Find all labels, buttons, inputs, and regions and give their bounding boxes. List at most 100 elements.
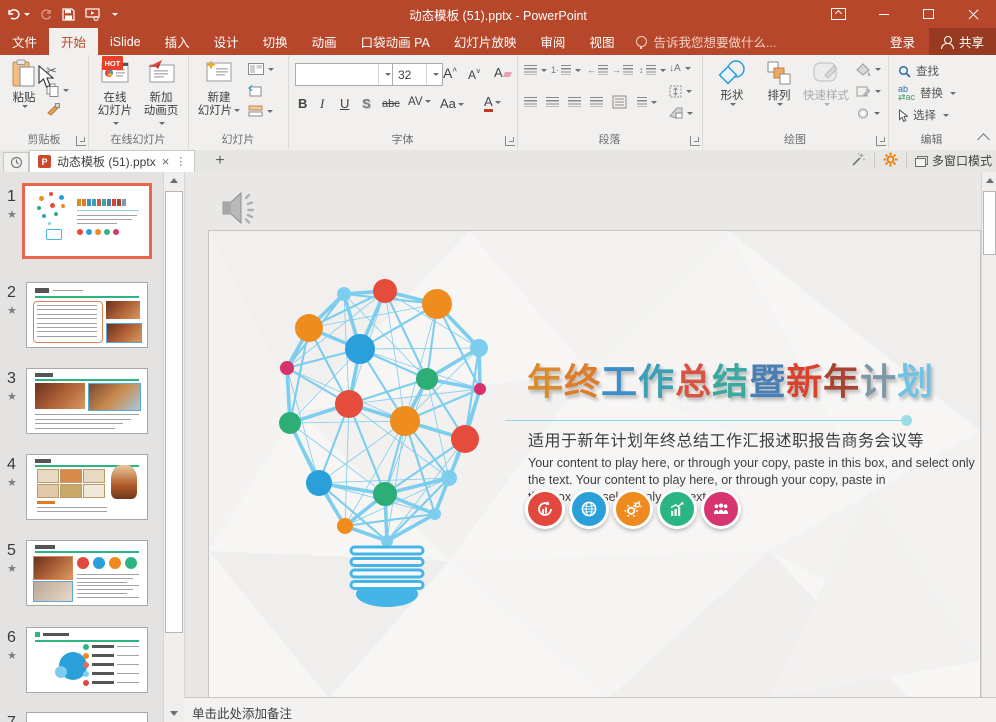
document-tab-close-icon[interactable]: × — [162, 155, 170, 168]
ribbon-tab-10[interactable]: 视图 — [577, 28, 626, 55]
copy-button[interactable] — [46, 83, 69, 97]
minimize-button[interactable] — [861, 0, 906, 28]
align-center-button[interactable] — [546, 97, 559, 107]
ribbon-tab-4[interactable]: 设计 — [202, 28, 251, 55]
numbering-button[interactable]: 1· — [551, 65, 581, 75]
paragraph-dialog-launcher[interactable] — [690, 136, 700, 146]
slide-thumbnail-3[interactable] — [26, 368, 148, 434]
align-right-button[interactable] — [568, 97, 581, 107]
increase-indent-button[interactable]: → — [612, 65, 633, 75]
scroll-up-button[interactable] — [983, 172, 996, 189]
slide-thumbnail-2[interactable] — [26, 282, 148, 348]
slide-icon-badges[interactable] — [525, 489, 741, 529]
scrollbar-thumb[interactable] — [165, 191, 183, 633]
customize-qat-button[interactable] — [110, 13, 118, 16]
settings-button[interactable] — [883, 152, 898, 170]
shape-effects-button[interactable] — [856, 107, 880, 120]
slide-thumbnail-6[interactable] — [26, 627, 148, 693]
shrink-font-button[interactable]: A˅ — [468, 67, 481, 82]
convert-smartart-button[interactable] — [669, 107, 693, 119]
growth-chart-badge[interactable] — [657, 489, 697, 529]
section-button[interactable] — [248, 105, 273, 117]
clear-formatting-button[interactable]: A — [494, 65, 511, 80]
new-animation-page-button[interactable]: 新加动画页 — [140, 59, 182, 131]
save-button[interactable] — [62, 8, 75, 21]
ribbon-tab-5[interactable]: 切换 — [251, 28, 300, 55]
thumbnail-panel-scrollbar[interactable] — [163, 172, 185, 722]
change-case-button[interactable]: Aa — [440, 96, 464, 111]
multi-window-mode-button[interactable]: 多窗口模式 — [915, 152, 992, 169]
replace-button[interactable]: ab⇄ac 替换 — [898, 85, 956, 101]
editor-scrollbar[interactable] — [981, 172, 996, 722]
select-button[interactable]: 选择 — [898, 107, 949, 123]
share-button[interactable]: 共享 — [929, 28, 996, 55]
ribbon-tab-9[interactable]: 审阅 — [528, 28, 577, 55]
quick-styles-button[interactable]: 快速样式 — [802, 59, 850, 106]
ribbon-tab-1[interactable]: 开始 — [49, 28, 98, 55]
align-left-button[interactable] — [524, 97, 537, 107]
globe-badge[interactable] — [569, 489, 609, 529]
notes-pane[interactable]: 单击此处添加备注 — [184, 697, 996, 722]
ribbon-tab-file[interactable]: 文件 — [0, 28, 49, 55]
slide-thumbnail-7[interactable] — [26, 712, 148, 722]
character-spacing-button[interactable]: AV — [408, 96, 431, 108]
reset-slide-button[interactable] — [248, 85, 263, 98]
distribute-button[interactable] — [612, 95, 627, 109]
ribbon-tab-7[interactable]: 口袋动画 PA — [349, 28, 442, 55]
close-button[interactable] — [951, 0, 996, 28]
document-tab-menu-icon[interactable]: ⋮ — [175, 155, 186, 168]
sign-in-button[interactable]: 登录 — [876, 28, 929, 55]
ribbon-tab-6[interactable]: 动画 — [300, 28, 349, 55]
paste-dropdown-caret[interactable] — [22, 105, 28, 108]
font-name-combo[interactable] — [295, 63, 395, 86]
drawing-dialog-launcher[interactable] — [876, 136, 886, 146]
slide-thumbnail-5[interactable] — [26, 540, 148, 606]
scroll-up-button[interactable] — [165, 172, 183, 189]
collapse-ribbon-chevron[interactable] — [977, 133, 990, 146]
document-tab-active[interactable]: P 动态模板 (51).pptx × ⋮ — [29, 150, 195, 172]
font-size-combo[interactable]: 32 — [392, 63, 443, 86]
gears-badge[interactable] — [613, 489, 653, 529]
shapes-button[interactable]: 形状 — [710, 59, 754, 106]
underline-button[interactable]: U — [340, 96, 349, 111]
tell-me-box[interactable]: 告诉我您想要做什么... — [626, 28, 786, 55]
ribbon-tab-3[interactable]: 插入 — [153, 28, 202, 55]
find-button[interactable]: 查找 — [898, 63, 939, 79]
decrease-indent-button[interactable]: ← — [587, 65, 608, 75]
ribbon-tab-2[interactable]: iSlide — [98, 28, 153, 55]
slide-title[interactable]: 年终工作总结暨新年计划 — [527, 353, 934, 405]
justify-button[interactable] — [590, 97, 603, 107]
slide-thumbnail-4[interactable] — [26, 454, 148, 520]
slide-canvas[interactable]: 年终工作总结暨新年计划 适用于新年计划年终总结工作汇报述职报告商务会议等 You… — [208, 230, 981, 699]
shape-outline-button[interactable] — [856, 85, 881, 98]
align-text-button[interactable] — [669, 85, 692, 98]
bullets-button[interactable] — [524, 65, 547, 75]
cycle-chart-badge[interactable] — [525, 489, 565, 529]
online-slides-button[interactable]: HOT 在线幻灯片 — [94, 59, 136, 131]
text-shadow-button[interactable]: S — [362, 96, 371, 111]
slide-subtitle[interactable]: 适用于新年计划年终总结工作汇报述职报告商务会议等 — [528, 427, 924, 451]
text-direction-button[interactable]: ↓A — [669, 63, 691, 74]
strikethrough-button[interactable]: abc — [382, 98, 400, 110]
scroll-down-button[interactable] — [165, 705, 183, 722]
start-slideshow-button[interactable] — [85, 8, 100, 21]
grow-font-button[interactable]: A˄ — [443, 65, 457, 81]
font-color-button[interactable]: A — [484, 94, 501, 109]
scrollbar-thumb[interactable] — [983, 191, 996, 255]
recent-documents-button[interactable] — [3, 152, 29, 173]
ribbon-display-options-button[interactable] — [816, 0, 861, 28]
ribbon-tab-8[interactable]: 幻灯片放映 — [442, 28, 529, 55]
people-badge[interactable] — [701, 489, 741, 529]
undo-dropdown-caret[interactable] — [24, 13, 30, 16]
cut-button[interactable]: ✂ — [46, 63, 57, 79]
layout-button[interactable] — [248, 63, 274, 75]
font-dialog-launcher[interactable] — [505, 136, 515, 146]
paste-button[interactable]: 粘贴 — [6, 59, 42, 108]
slide-thumbnail-1[interactable] — [22, 183, 152, 259]
undo-button[interactable] — [6, 8, 30, 20]
line-spacing-button[interactable]: ↕ — [639, 65, 666, 75]
audio-speaker-object[interactable] — [219, 188, 261, 233]
italic-button[interactable]: I — [320, 96, 324, 112]
bold-button[interactable]: B — [298, 96, 307, 111]
lightbulb-network-graphic[interactable] — [272, 256, 502, 621]
